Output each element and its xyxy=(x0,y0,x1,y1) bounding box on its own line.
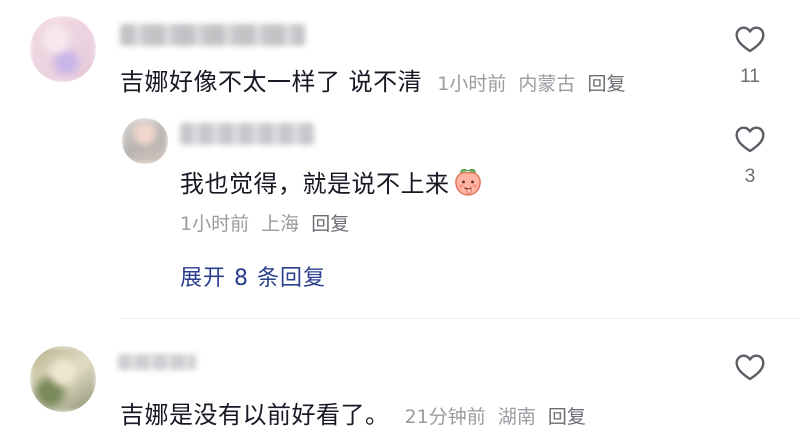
reply-button[interactable]: 回复 xyxy=(587,73,625,95)
divider xyxy=(120,318,800,319)
comment-location: 内蒙古 xyxy=(518,73,576,95)
heart-outline-icon xyxy=(735,126,765,153)
avatar[interactable] xyxy=(30,16,96,82)
username-blurred[interactable] xyxy=(118,354,196,370)
comment-text: 我也觉得，就是说不上来 xyxy=(180,170,450,198)
username-blurred[interactable] xyxy=(180,123,315,145)
avatar[interactable] xyxy=(122,118,168,164)
peach-emoji-icon xyxy=(454,169,481,196)
comment-time: 21分钟前 xyxy=(404,406,486,428)
like-button[interactable]: 11 xyxy=(730,22,770,88)
heart-outline-icon xyxy=(735,26,765,53)
comment-text: 吉娜是没有以前好看了。 xyxy=(120,401,390,429)
comment-row: 吉娜好像不太一样了 说不清 1小时前 内蒙古 回复 xyxy=(120,62,625,97)
comment-text: 吉娜好像不太一样了 说不清 xyxy=(120,68,423,96)
like-button[interactable]: 3 xyxy=(730,122,770,188)
comment-row: 我也觉得，就是说不上来 xyxy=(180,164,484,199)
comment-location: 湖南 xyxy=(497,406,536,428)
like-count: 3 xyxy=(744,166,756,187)
like-count: 11 xyxy=(740,66,760,87)
comment-time: 1小时前 xyxy=(180,213,250,235)
avatar[interactable] xyxy=(30,346,96,412)
username-blurred[interactable] xyxy=(120,24,305,46)
heart-outline-icon xyxy=(735,354,765,381)
like-button[interactable] xyxy=(730,350,770,384)
expand-replies-button[interactable]: 展开 8 条回复 xyxy=(180,260,326,292)
comment-location: 上海 xyxy=(261,213,300,235)
comment-time: 1小时前 xyxy=(437,73,507,95)
comment-meta: 1小时前 上海 回复 xyxy=(180,209,349,236)
reply-button[interactable]: 回复 xyxy=(548,406,586,428)
comment-row: 吉娜是没有以前好看了。 21分钟前 湖南 回复 xyxy=(120,395,586,430)
reply-button[interactable]: 回复 xyxy=(311,213,349,235)
